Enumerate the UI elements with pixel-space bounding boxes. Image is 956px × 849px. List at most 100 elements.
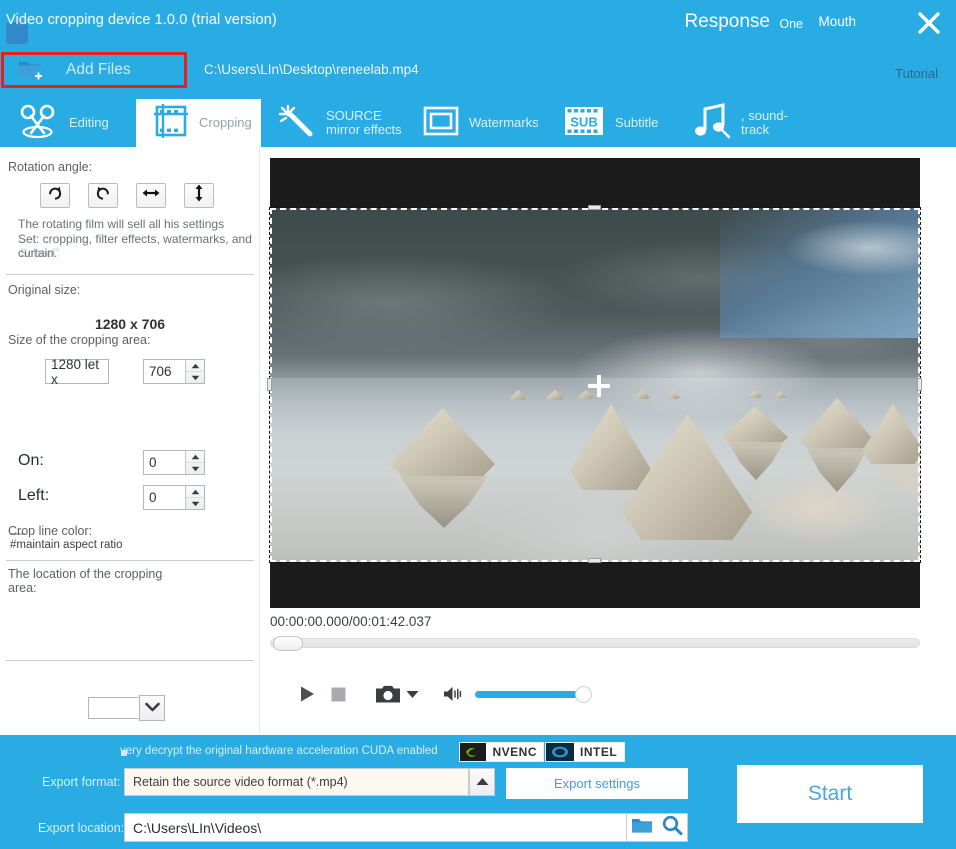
export-settings-button[interactable]: Export settings <box>506 768 688 799</box>
timeline-slider[interactable] <box>270 636 920 651</box>
crop-handle-bottom[interactable] <box>588 558 601 563</box>
hardware-acceleration-row: very decrypt the original hardware accel… <box>0 742 956 762</box>
crop-line-color-swatch[interactable] <box>88 697 140 719</box>
chevron-down-icon <box>144 699 160 717</box>
svg-text:SUB: SUB <box>570 114 597 129</box>
salt-mound-far <box>510 390 526 400</box>
export-format-dropdown-button[interactable] <box>469 768 495 796</box>
crop-top-decrement-button[interactable] <box>186 463 204 474</box>
tab-editing[interactable]: Editing <box>0 99 136 147</box>
crop-top-value: 0 <box>149 455 157 470</box>
tab-subtitle[interactable]: SUB Subtitle <box>546 99 676 147</box>
salt-mound-reflection <box>400 476 488 528</box>
crop-handle-right[interactable] <box>917 378 922 391</box>
crop-location-label: The location of the cropping area: <box>8 567 163 595</box>
flip-horizontal-icon <box>142 186 160 205</box>
film-crop-icon <box>152 103 190 144</box>
export-location-input[interactable]: C:\Users\LIn\Videos\ <box>124 813 627 842</box>
crop-width-input[interactable]: 1280 let x <box>45 357 109 387</box>
play-button[interactable] <box>297 684 317 704</box>
crop-left-label: Left: <box>18 487 50 504</box>
salt-mound-reflection <box>728 442 784 480</box>
crop-height-increment-button[interactable] <box>186 360 204 372</box>
export-bar: very decrypt the original hardware accel… <box>0 735 956 849</box>
close-icon[interactable] <box>915 9 943 37</box>
flip-horizontal-button[interactable] <box>136 183 166 208</box>
original-size-value: 1280 x 706 <box>94 316 166 332</box>
crop-top-stepper[interactable]: 0 <box>143 450 205 475</box>
tutorial-link[interactable]: Tutorial <box>895 66 938 81</box>
salt-mound <box>862 404 920 464</box>
mouth-label[interactable]: Mouth <box>818 14 856 29</box>
crop-left-spin-buttons <box>185 486 204 509</box>
crop-left-decrement-button[interactable] <box>186 498 204 509</box>
rotate-left-icon <box>95 185 111 206</box>
tab-soundtrack[interactable]: , sound- track <box>676 99 811 147</box>
stop-button[interactable] <box>330 686 347 703</box>
crop-top-increment-button[interactable] <box>186 451 204 463</box>
start-button[interactable]: Start <box>737 765 923 823</box>
crop-height-stepper[interactable]: 706 <box>143 359 205 384</box>
crop-settings-panel: Rotation angle: School" The rotating fil… <box>0 147 260 849</box>
intel-icon <box>546 743 574 761</box>
nvenc-badge: NVENC <box>459 742 544 762</box>
video-blue-sky-region <box>720 208 920 338</box>
divider-3 <box>6 660 254 661</box>
rotate-left-button[interactable] <box>88 183 118 208</box>
volume-thumb[interactable] <box>575 685 592 703</box>
tab-soundtrack-label: , sound- track <box>741 108 788 137</box>
time-display: 00:00:00.000/00:01:42.037 <box>270 614 432 629</box>
crop-height-decrement-button[interactable] <box>186 372 204 383</box>
add-files-button[interactable]: Add Files <box>1 52 187 88</box>
tab-cropping[interactable]: Cropping <box>136 99 261 147</box>
intel-label: INTEL <box>580 745 618 759</box>
intel-badge: INTEL <box>545 742 625 762</box>
original-size-label: Original size: <box>8 283 81 297</box>
rotation-angle-label: Rotation angle: <box>8 160 93 174</box>
crop-height-value: 706 <box>149 364 172 379</box>
scissors-icon <box>16 103 60 144</box>
crop-size-label: Size of the cropping area: <box>8 333 151 347</box>
add-files-label: Add Files <box>66 61 131 78</box>
export-format-input[interactable]: Retain the source video format (*.mp4) <box>124 768 469 796</box>
volume-icon[interactable] <box>443 685 463 703</box>
flip-vertical-button[interactable] <box>184 183 214 208</box>
crop-left-increment-button[interactable] <box>186 486 204 498</box>
video-preview[interactable] <box>270 158 920 608</box>
music-note-icon <box>692 102 732 144</box>
crop-height-spin-buttons <box>185 360 204 383</box>
tab-watermarks-label: Watermarks <box>469 115 539 130</box>
magic-wand-icon <box>277 103 317 144</box>
snapshot-menu-button[interactable] <box>406 690 419 699</box>
current-file-path: C:\Users\LIn\Desktop\reneelab.mp4 <box>204 62 419 77</box>
response-label[interactable]: Response <box>684 11 770 33</box>
maintain-aspect-ratio-checkbox[interactable]: #maintain aspect ratio <box>10 539 123 551</box>
title-bar: Video cropping device 1.0.0 (trial versi… <box>0 0 956 48</box>
sub-film-icon: SUB <box>562 104 606 143</box>
volume-slider[interactable] <box>475 685 592 703</box>
rotate-right-icon <box>47 185 63 206</box>
tab-watermarks[interactable]: Watermarks <box>406 99 546 147</box>
tab-source-mirror-effects[interactable]: SOURCE mirror effects <box>261 99 406 147</box>
video-horizon-glow <box>570 328 830 418</box>
crop-handle-top[interactable] <box>588 205 601 210</box>
rotate-right-button[interactable] <box>40 183 70 208</box>
crop-left-stepper[interactable]: 0 <box>143 485 205 510</box>
rotation-buttons <box>40 183 214 208</box>
timeline-thumb[interactable] <box>273 636 303 651</box>
tab-cropping-label: Cropping <box>199 115 252 130</box>
one-label[interactable]: One <box>779 17 803 31</box>
crop-top-spin-buttons <box>185 451 204 474</box>
search-icon[interactable] <box>661 815 683 840</box>
add-folder-icon <box>18 58 44 82</box>
tab-subtitle-label: Subtitle <box>615 115 659 130</box>
watermark-frame-icon <box>422 104 460 143</box>
snapshot-button[interactable] <box>376 684 400 704</box>
crop-line-color-dropdown[interactable] <box>139 695 165 721</box>
folder-icon[interactable] <box>631 816 653 839</box>
flip-vertical-icon <box>192 184 206 207</box>
playback-controls <box>297 681 592 707</box>
export-location-label: Export location: <box>38 821 125 835</box>
hw-accel-text: very decrypt the original hardware accel… <box>120 745 438 757</box>
crop-handle-left[interactable] <box>267 378 272 391</box>
